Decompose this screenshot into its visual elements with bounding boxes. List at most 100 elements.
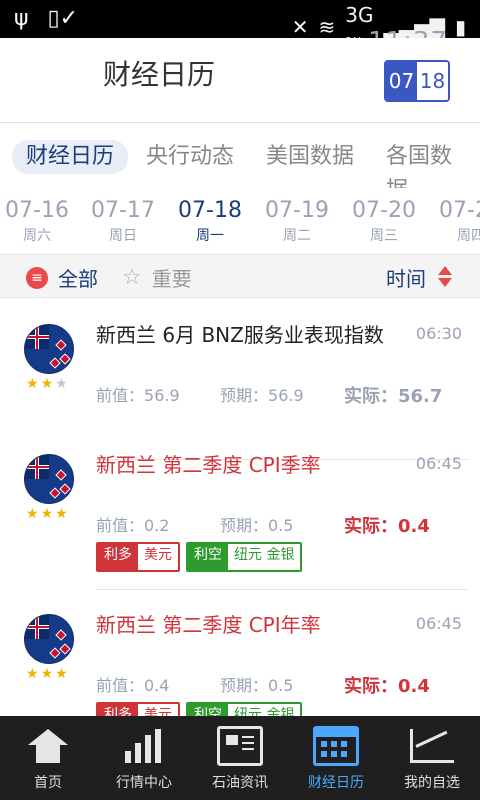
- prev-number: 56.9: [144, 386, 180, 405]
- event-list[interactable]: ★★★ 新西兰 6月 BNZ服务业表现指数 06:30 前值：56.9 预期：5…: [0, 300, 480, 716]
- list-icon: ≡: [26, 266, 48, 289]
- tab-us-data[interactable]: 美国数据: [252, 140, 368, 174]
- nav-label: 行情中心: [116, 775, 172, 791]
- nav-label: 石油资讯: [212, 775, 268, 791]
- sort-arrows-icon: [438, 265, 452, 290]
- actual-value: 实际：0.4: [344, 672, 430, 698]
- new-zealand-flag-icon: [24, 614, 74, 664]
- tab-label: 美国数据: [266, 144, 355, 169]
- tag-key: 利空: [188, 544, 228, 570]
- tag-key: 利空: [188, 704, 228, 716]
- weekday-value: 周三: [370, 228, 398, 244]
- tab-finance-calendar[interactable]: 财经日历: [12, 140, 129, 174]
- event-title: 新西兰 第二季度 CPI年率: [96, 613, 321, 637]
- event-values: 前值：56.9 预期：56.9 实际：56.7: [96, 382, 456, 407]
- expected-number: 0.5: [268, 676, 294, 695]
- bearish-tag: 利空 纽元 金银: [186, 542, 303, 572]
- event-time: 06:45: [415, 454, 462, 473]
- calendar-month: 07: [386, 62, 417, 100]
- prev-value: 前值：0.4: [96, 672, 169, 696]
- expected-label: 预期：: [220, 386, 269, 405]
- weekday-value: 周四: [457, 228, 480, 244]
- prev-label: 前值：: [96, 676, 145, 695]
- importance-stars: ★★★: [26, 506, 70, 522]
- star-filled-icon: ★: [40, 666, 56, 682]
- bullish-tag: 利多 美元: [96, 702, 180, 716]
- calendar-button[interactable]: 07 18: [384, 60, 450, 102]
- nav-oil-news[interactable]: 石油资讯: [192, 724, 288, 792]
- bottom-navigation: 首页 行情中心 石油资讯 财经日历 我的自选: [0, 716, 480, 800]
- bearish-tag: 利空 纽元 金银: [186, 702, 303, 716]
- date-item[interactable]: 07-16 周六: [0, 198, 80, 245]
- weekday-value: 周二: [283, 228, 311, 244]
- filter-bar: ≡ 全部 ☆ 重要 时间: [0, 254, 480, 298]
- date-value: 07-19: [265, 198, 329, 223]
- actual-label: 实际：: [344, 386, 398, 407]
- expected-label: 预期：: [220, 516, 269, 535]
- tab-country-data[interactable]: 各国数据: [372, 140, 480, 203]
- sort-time-label: 时间: [386, 267, 426, 291]
- actual-value: 实际：56.7: [344, 382, 442, 408]
- expected-value: 预期：56.9: [220, 382, 304, 406]
- event-title: 新西兰 第二季度 CPI季率: [96, 453, 321, 477]
- tab-central-bank[interactable]: 央行动态: [132, 140, 248, 174]
- star-filled-icon: ★: [55, 506, 70, 522]
- date-item[interactable]: 07-21 周四: [428, 198, 480, 245]
- date-value: 07-17: [91, 198, 155, 223]
- star-filled-icon: ★: [40, 376, 56, 392]
- phone-check-icon: ▯✓: [47, 6, 79, 31]
- tag-key: 利多: [98, 544, 138, 570]
- bullish-tag: 利多 美元: [96, 542, 180, 572]
- calendar-icon: [313, 726, 359, 766]
- nav-finance-calendar[interactable]: 财经日历: [288, 724, 384, 792]
- event-time: 06:30: [415, 324, 462, 343]
- date-strip: 07-16 周六 07-17 周日 07-18 周一 07-19 周二 07-2…: [0, 188, 480, 252]
- star-outline-icon: ☆: [122, 264, 142, 290]
- muted-icon: ✕: [291, 15, 309, 39]
- date-item[interactable]: 07-19 周二: [254, 198, 340, 245]
- calendar-day: 18: [417, 62, 448, 100]
- filter-important-button[interactable]: ☆ 重要: [122, 263, 192, 292]
- prev-number: 0.2: [144, 516, 170, 535]
- prev-label: 前值：: [96, 386, 145, 405]
- expected-number: 0.5: [268, 516, 294, 535]
- status-left-icons: ψ ▯✓: [14, 6, 78, 31]
- nav-market[interactable]: 行情中心: [96, 724, 192, 792]
- date-value: 07-21: [439, 198, 480, 223]
- prev-label: 前值：: [96, 516, 145, 535]
- star-filled-icon: ★: [26, 506, 41, 522]
- tag-value: 美元: [138, 704, 178, 716]
- tag-value: 纽元 金银: [228, 704, 301, 716]
- event-values: 前值：0.4 预期：0.5 实际：0.4: [96, 672, 456, 697]
- event-row[interactable]: ★★★ 新西兰 第二季度 CPI年率 06:45 前值：0.4 预期：0.5 实…: [0, 590, 480, 716]
- nav-home[interactable]: 首页: [0, 724, 96, 792]
- expected-label: 预期：: [220, 676, 269, 695]
- app-header: 财经日历 07 18: [0, 38, 480, 123]
- date-value: 07-18: [178, 198, 242, 223]
- date-item[interactable]: 07-20 周三: [341, 198, 427, 245]
- date-item-selected[interactable]: 07-18 周一: [167, 198, 253, 245]
- date-value: 07-20: [352, 198, 416, 223]
- filter-all-button[interactable]: ≡ 全部: [26, 263, 98, 292]
- home-icon: [28, 729, 68, 763]
- chart-icon: [123, 729, 165, 763]
- weekday-value: 周六: [23, 228, 51, 244]
- sort-time-button[interactable]: 时间: [386, 263, 452, 292]
- impact-tags: 利多 美元 利空 纽元 金银: [96, 702, 303, 716]
- date-item[interactable]: 07-17 周日: [80, 198, 166, 245]
- usb-icon: ψ: [14, 6, 29, 31]
- nav-label: 我的自选: [404, 775, 460, 791]
- status-bar: ψ ▯✓ ✕ ≋ 3G 1X ▂▃▅▇ ▮ 11:37: [0, 0, 480, 57]
- expected-value: 预期：0.5: [220, 512, 293, 536]
- nav-watchlist[interactable]: 我的自选: [384, 724, 480, 792]
- tag-value: 纽元 金银: [228, 544, 301, 570]
- event-row[interactable]: ★★★ 新西兰 第二季度 CPI季率 06:45 前值：0.2 预期：0.5 实…: [0, 430, 480, 590]
- prev-number: 0.4: [144, 676, 170, 695]
- battery-icon: ▮: [454, 15, 466, 39]
- page-title: 财经日历: [102, 58, 215, 91]
- wifi-icon: ≋: [318, 15, 336, 39]
- star-empty-icon: ★: [55, 376, 70, 392]
- actual-number: 56.7: [398, 386, 443, 407]
- star-filled-icon: ★: [55, 666, 70, 682]
- event-values: 前值：0.2 预期：0.5 实际：0.4: [96, 512, 456, 537]
